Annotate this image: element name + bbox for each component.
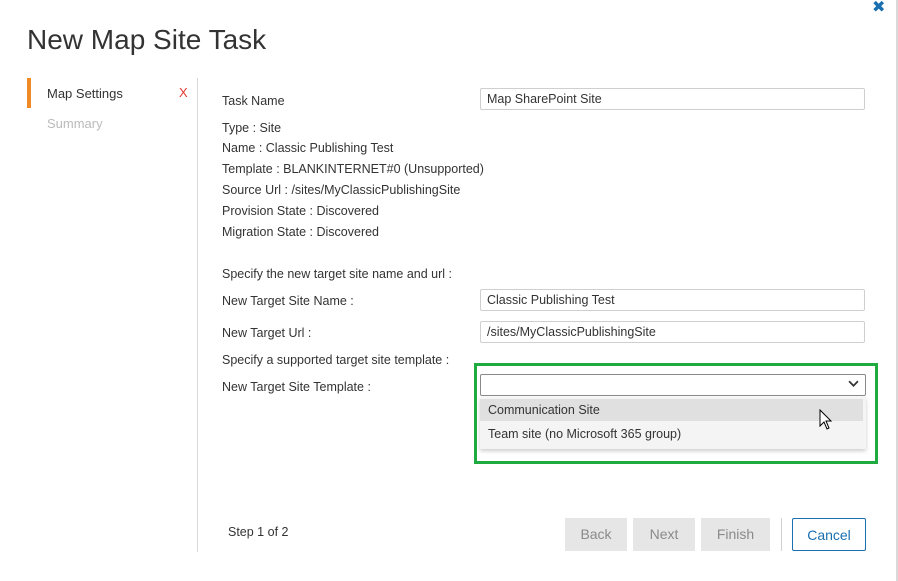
mouse-cursor-icon (819, 408, 833, 436)
template-label: New Target Site Template : (222, 380, 371, 394)
task-name-input[interactable]: Map SharePoint Site (480, 88, 865, 110)
next-button[interactable]: Next (633, 518, 695, 551)
back-button[interactable]: Back (565, 518, 627, 551)
task-name-label: Task Name (222, 94, 285, 108)
info-provision-state: Provision State : Discovered (222, 204, 380, 218)
target-url-input[interactable]: /sites/MyClassicPublishingSite (480, 321, 865, 343)
target-name-label: New Target Site Name : (222, 294, 354, 308)
info-source-url: Source Url : /sites/MyClassicPublishingS… (222, 183, 461, 197)
info-template: Template : BLANKINTERNET#0 (Unsupported) (222, 162, 484, 176)
nav-error-icon: X (179, 85, 188, 100)
dialog-title: New Map Site Task (27, 24, 267, 55)
finish-button[interactable]: Finish (701, 518, 770, 551)
button-divider (781, 518, 782, 551)
cancel-button[interactable]: Cancel (792, 518, 866, 551)
nav-item-map-settings[interactable]: Map Settings (47, 86, 123, 101)
vertical-divider (197, 78, 198, 552)
target-url-label: New Target Url : (222, 326, 312, 340)
target-name-input[interactable]: Classic Publishing Test (480, 289, 865, 311)
template-heading: Specify a supported target site template… (222, 353, 450, 367)
target-heading: Specify the new target site name and url… (222, 267, 452, 281)
info-name: Name : Classic Publishing Test (222, 141, 394, 155)
nav-item-summary: Summary (47, 116, 103, 131)
nav-active-indicator (27, 78, 31, 108)
highlight-box (474, 363, 878, 464)
step-indicator: Step 1 of 2 (228, 525, 289, 539)
info-type: Type : Site (222, 121, 282, 135)
close-icon[interactable]: ✖ (872, 0, 885, 16)
info-migration-state: Migration State : Discovered (222, 225, 380, 239)
